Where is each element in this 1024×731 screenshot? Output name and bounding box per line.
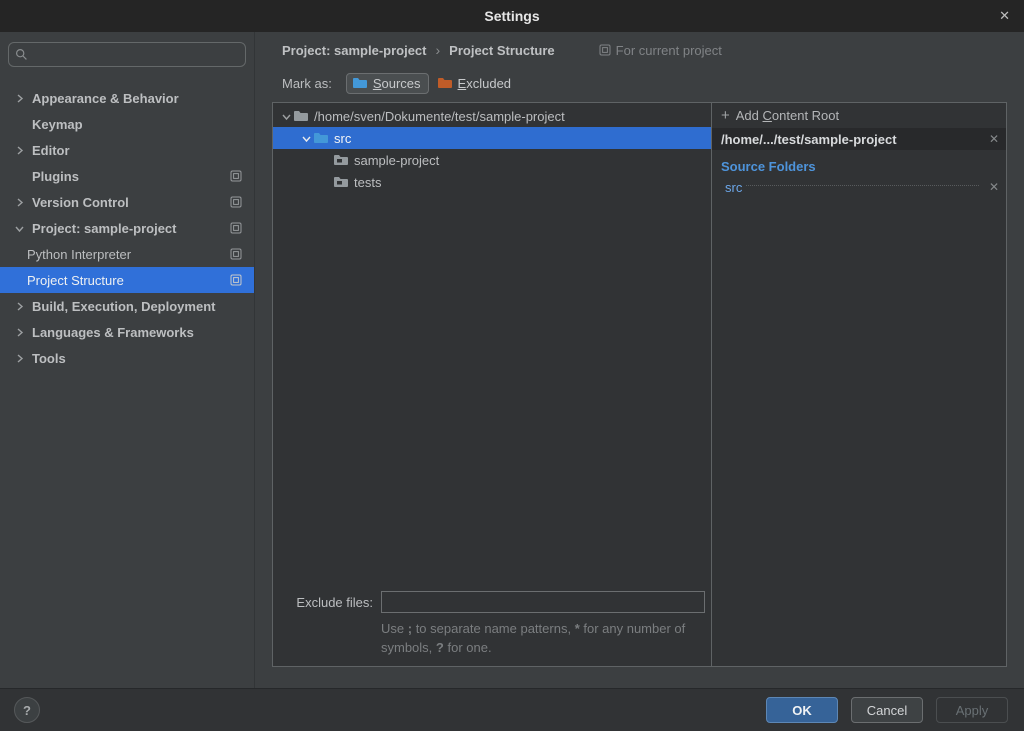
- exclude-files-label: Exclude files:: [281, 595, 373, 610]
- tree-row-label: src: [334, 131, 351, 146]
- mark-sources-button[interactable]: Sources: [346, 73, 429, 94]
- settings-search-field[interactable]: [33, 47, 239, 62]
- search-icon: [15, 48, 28, 61]
- sidebar-item-label: Appearance & Behavior: [32, 91, 179, 106]
- sidebar-item-label: Project: sample-project: [32, 221, 177, 236]
- scope-note: For current project: [599, 43, 722, 58]
- sidebar-item-label: Project Structure: [27, 273, 124, 288]
- project-structure-panels: /home/sven/Dokumente/test/sample-project…: [272, 102, 1007, 667]
- sidebar-item-label: Version Control: [32, 195, 129, 210]
- sidebar-item-project[interactable]: Project: sample-project: [0, 215, 254, 241]
- window-title: Settings: [484, 8, 539, 24]
- mark-sources-label: Sources: [373, 76, 421, 91]
- project-settings-icon: [599, 44, 611, 56]
- plus-icon: +: [721, 107, 730, 124]
- tree-row-content-root[interactable]: /home/sven/Dokumente/test/sample-project: [273, 105, 711, 127]
- settings-nav: Appearance & Behavior Keymap Editor Plug…: [0, 85, 254, 371]
- content-tree-panel: /home/sven/Dokumente/test/sample-project…: [273, 103, 712, 666]
- sidebar-item-python-interpreter[interactable]: Python Interpreter: [0, 241, 254, 267]
- sidebar-item-languages-frameworks[interactable]: Languages & Frameworks: [0, 319, 254, 345]
- breadcrumb-project[interactable]: Project: sample-project: [282, 43, 427, 58]
- remove-source-folder-icon[interactable]: ✕: [983, 180, 999, 194]
- sidebar-item-tools[interactable]: Tools: [0, 345, 254, 371]
- add-content-root-button[interactable]: + Add Content Root: [712, 103, 1006, 128]
- sidebar-item-label: Build, Execution, Deployment: [32, 299, 215, 314]
- sidebar-item-keymap[interactable]: Keymap: [0, 111, 254, 137]
- chevron-right-icon[interactable]: [14, 93, 32, 104]
- source-folder-icon: [313, 131, 329, 145]
- chevron-down-icon[interactable]: [299, 133, 313, 144]
- source-folder-row[interactable]: src ✕: [712, 177, 1006, 197]
- chevron-down-icon[interactable]: [14, 223, 32, 234]
- exclude-files-section: Exclude files: Use ; to separate name pa…: [273, 591, 711, 666]
- help-button[interactable]: ?: [14, 697, 40, 723]
- mark-as-toolbar: Mark as: Sources Excluded: [255, 68, 1024, 98]
- dotted-leader: [746, 185, 979, 186]
- project-settings-icon: [230, 170, 242, 182]
- dialog-footer: ? OK Cancel Apply: [0, 688, 1024, 731]
- cancel-button[interactable]: Cancel: [851, 697, 923, 723]
- exclude-files-input[interactable]: [381, 591, 705, 613]
- settings-content: Project: sample-project › Project Struct…: [255, 32, 1024, 688]
- chevron-right-icon[interactable]: [14, 327, 32, 338]
- search-input[interactable]: [8, 42, 246, 67]
- tree-row-sample-project[interactable]: sample-project: [273, 149, 711, 171]
- remove-content-root-icon[interactable]: ✕: [983, 132, 999, 146]
- scope-note-label: For current project: [616, 43, 722, 58]
- mark-as-label: Mark as:: [282, 76, 332, 91]
- project-settings-icon: [230, 196, 242, 208]
- chevron-right-icon[interactable]: [14, 301, 32, 312]
- sidebar-item-build-execution-deployment[interactable]: Build, Execution, Deployment: [0, 293, 254, 319]
- sidebar-item-label: Keymap: [32, 117, 83, 132]
- settings-dialog: Settings ✕ Appearance & Behavior Keymap: [0, 0, 1024, 731]
- source-folder-icon: [352, 76, 368, 90]
- add-content-root-label: Add Content Root: [736, 108, 839, 123]
- directory-tree: /home/sven/Dokumente/test/sample-project…: [273, 103, 711, 591]
- tree-row-src[interactable]: src: [273, 127, 711, 149]
- project-settings-icon: [230, 274, 242, 286]
- tree-row-label: /home/sven/Dokumente/test/sample-project: [314, 109, 565, 124]
- chevron-down-icon[interactable]: [279, 111, 293, 122]
- tree-row-label: tests: [354, 175, 381, 190]
- project-settings-icon: [230, 222, 242, 234]
- breadcrumb-page: Project Structure: [449, 43, 554, 58]
- sidebar-item-label: Editor: [32, 143, 70, 158]
- exclude-files-hint: Use ; to separate name patterns, * for a…: [381, 620, 713, 658]
- folder-icon: [333, 153, 349, 167]
- tree-row-tests[interactable]: tests: [273, 171, 711, 193]
- project-settings-icon: [230, 248, 242, 260]
- titlebar[interactable]: Settings ✕: [0, 0, 1024, 32]
- chevron-right-icon[interactable]: [14, 353, 32, 364]
- excluded-folder-icon: [437, 76, 453, 90]
- folder-icon: [333, 175, 349, 189]
- content-root-path: /home/.../test/sample-project: [721, 132, 897, 147]
- breadcrumb: Project: sample-project › Project Struct…: [255, 32, 1024, 68]
- apply-button: Apply: [936, 697, 1008, 723]
- mark-excluded-label: Excluded: [458, 76, 511, 91]
- source-folders-heading: Source Folders: [712, 159, 1006, 174]
- source-folder-name: src: [725, 180, 742, 195]
- sidebar-item-label: Tools: [32, 351, 66, 366]
- sidebar-item-label: Languages & Frameworks: [32, 325, 194, 340]
- close-icon[interactable]: ✕: [999, 0, 1010, 32]
- settings-sidebar: Appearance & Behavior Keymap Editor Plug…: [0, 32, 255, 688]
- sidebar-item-label: Plugins: [32, 169, 79, 184]
- sidebar-item-project-structure[interactable]: Project Structure: [0, 267, 254, 293]
- sidebar-item-version-control[interactable]: Version Control: [0, 189, 254, 215]
- breadcrumb-separator-icon: ›: [436, 42, 441, 58]
- content-root-row[interactable]: /home/.../test/sample-project ✕: [712, 128, 1006, 150]
- sidebar-item-plugins[interactable]: Plugins: [0, 163, 254, 189]
- chevron-right-icon[interactable]: [14, 145, 32, 156]
- sidebar-item-label: Python Interpreter: [27, 247, 131, 262]
- content-roots-panel: + Add Content Root /home/.../test/sample…: [712, 103, 1006, 666]
- mark-excluded-button[interactable]: Excluded: [432, 74, 518, 93]
- sidebar-item-editor[interactable]: Editor: [0, 137, 254, 163]
- folder-icon: [293, 109, 309, 123]
- sidebar-item-appearance-behavior[interactable]: Appearance & Behavior: [0, 85, 254, 111]
- tree-row-label: sample-project: [354, 153, 439, 168]
- chevron-right-icon[interactable]: [14, 197, 32, 208]
- ok-button[interactable]: OK: [766, 697, 838, 723]
